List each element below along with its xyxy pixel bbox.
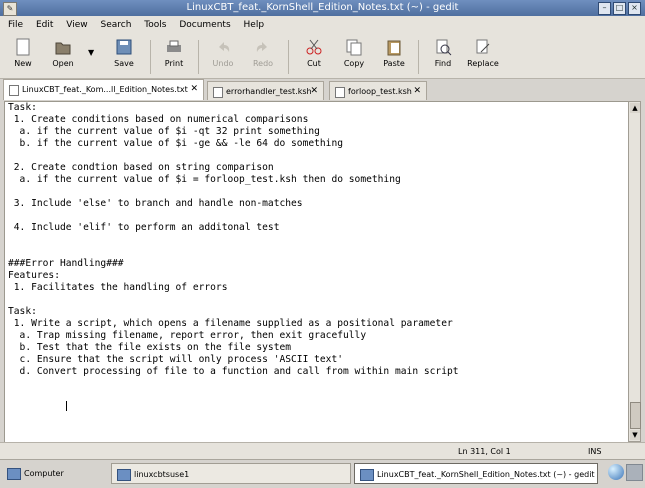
window-title: LinuxCBT_feat._KornShell_Edition_Notes.t… bbox=[186, 2, 459, 13]
text-editor[interactable]: Task: 1. Create conditions based on nume… bbox=[4, 101, 630, 444]
toolbar: New Open ▼ Save Print Undo Redo Cut Copy… bbox=[0, 34, 645, 79]
menu-help[interactable]: Help bbox=[244, 20, 265, 30]
redo-icon bbox=[254, 38, 272, 56]
menu-tools[interactable]: Tools bbox=[144, 20, 166, 30]
close-tab-icon[interactable]: ✕ bbox=[310, 82, 318, 101]
menu-edit[interactable]: Edit bbox=[36, 20, 53, 30]
save-icon bbox=[115, 38, 133, 56]
find-icon bbox=[434, 38, 452, 56]
close-window-button[interactable]: × bbox=[628, 2, 641, 15]
window-controls: – □ × bbox=[598, 2, 641, 15]
scroll-up-button[interactable]: ▲ bbox=[630, 103, 640, 113]
cut-icon bbox=[305, 38, 323, 56]
replace-icon bbox=[474, 38, 492, 56]
scroll-down-button[interactable]: ▼ bbox=[630, 430, 640, 440]
vertical-scrollbar[interactable]: ▲ ▼ bbox=[628, 101, 641, 442]
maximize-button[interactable]: □ bbox=[613, 2, 626, 15]
mouse-text-cursor bbox=[66, 401, 67, 411]
new-button[interactable]: New bbox=[5, 38, 41, 76]
replace-button[interactable]: Replace bbox=[465, 38, 501, 76]
find-button[interactable]: Find bbox=[425, 38, 461, 76]
menu-documents[interactable]: Documents bbox=[179, 20, 230, 30]
cursor-position: Ln 311, Col 1 bbox=[458, 447, 511, 456]
toolbar-separator bbox=[288, 40, 289, 74]
new-file-icon bbox=[14, 38, 32, 56]
script-document-icon bbox=[335, 87, 345, 98]
minimize-button[interactable]: – bbox=[598, 2, 611, 15]
undo-icon bbox=[214, 38, 232, 56]
document-tabs: LinuxCBT_feat._Kom...ll_Edition_Notes.tx… bbox=[0, 79, 645, 101]
system-tray-icon[interactable] bbox=[626, 464, 643, 481]
scroll-thumb[interactable] bbox=[630, 402, 641, 429]
gedit-icon bbox=[360, 469, 374, 481]
toolbar-separator bbox=[418, 40, 419, 74]
menu-view[interactable]: View bbox=[66, 20, 87, 30]
text-document-icon bbox=[9, 85, 19, 96]
taskbar: Computer linuxcbtsuse1 LinuxCBT_feat._Ko… bbox=[0, 459, 645, 488]
cut-button[interactable]: Cut bbox=[296, 38, 332, 76]
tab-forloop[interactable]: forloop_test.ksh ✕ bbox=[329, 81, 427, 100]
open-recent-dropdown[interactable]: ▼ bbox=[88, 48, 94, 57]
computer-menu-button[interactable]: Computer bbox=[2, 463, 98, 484]
toolbar-separator bbox=[198, 40, 199, 74]
print-button[interactable]: Print bbox=[156, 38, 192, 76]
document-text[interactable]: Task: 1. Create conditions based on nume… bbox=[8, 102, 459, 378]
title-bar: ✎ LinuxCBT_feat._KornShell_Edition_Notes… bbox=[0, 0, 645, 16]
taskbar-item-gedit[interactable]: LinuxCBT_feat._KornShell_Edition_Notes.t… bbox=[354, 463, 598, 484]
save-button[interactable]: Save bbox=[106, 38, 142, 76]
undo-button[interactable]: Undo bbox=[205, 38, 241, 76]
computer-icon bbox=[7, 468, 21, 480]
menu-search[interactable]: Search bbox=[100, 20, 131, 30]
paste-icon bbox=[385, 38, 403, 56]
taskbar-item-linuxcbtsuse1[interactable]: linuxcbtsuse1 bbox=[111, 463, 351, 484]
open-folder-icon bbox=[54, 38, 72, 56]
paste-button[interactable]: Paste bbox=[376, 38, 412, 76]
close-tab-icon[interactable]: ✕ bbox=[190, 80, 198, 99]
copy-icon bbox=[345, 38, 363, 56]
insert-mode: INS bbox=[588, 447, 602, 456]
status-bar: Ln 311, Col 1 INS bbox=[0, 442, 645, 460]
gedit-app-icon: ✎ bbox=[3, 2, 17, 16]
copy-button[interactable]: Copy bbox=[336, 38, 372, 76]
toolbar-separator bbox=[150, 40, 151, 74]
redo-button[interactable]: Redo bbox=[245, 38, 281, 76]
terminal-icon bbox=[117, 469, 131, 481]
script-document-icon bbox=[213, 87, 223, 98]
print-icon bbox=[165, 38, 183, 56]
tab-errorhandler[interactable]: errorhandler_test.ksh ✕ bbox=[207, 81, 324, 100]
menu-file[interactable]: File bbox=[8, 20, 23, 30]
network-globe-icon[interactable] bbox=[608, 464, 624, 480]
menu-bar: File Edit View Search Tools Documents He… bbox=[0, 16, 645, 34]
open-button[interactable]: Open bbox=[45, 38, 81, 76]
tab-linuxcbt-notes[interactable]: LinuxCBT_feat._Kom...ll_Edition_Notes.tx… bbox=[3, 79, 204, 100]
close-tab-icon[interactable]: ✕ bbox=[413, 82, 421, 101]
